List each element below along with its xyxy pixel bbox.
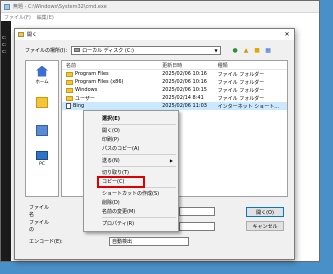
folder-icon: [66, 87, 73, 93]
menu-file[interactable]: ファイル(F): [4, 14, 31, 21]
menu-item-select[interactable]: 選択(E): [84, 114, 178, 123]
file-date: 2025/02/06 10:16: [162, 71, 207, 77]
background-titlebar: 無題 - C:\Windows\System32\cmd.exe: [1, 1, 319, 13]
menu-separator: [102, 217, 176, 218]
folder-icon: [66, 79, 73, 85]
menu-item-delete[interactable]: 削除(D): [84, 198, 178, 207]
console-strip: c: c: c:: [1, 21, 11, 261]
drive-icon: [74, 48, 81, 52]
dialog-title: 開く: [27, 32, 38, 38]
file-row[interactable]: ユーザー 2025/02/14 8:41 ファイル フォルダー: [62, 94, 287, 102]
menu-item-rename[interactable]: 名前の変更(M): [84, 207, 178, 216]
filename-input[interactable]: [179, 206, 215, 216]
console-line: c:: [2, 49, 7, 55]
place-label: ホーム: [35, 79, 49, 85]
new-folder-icon[interactable]: ■: [253, 46, 261, 54]
file-date: 2025/02/06 11:03: [162, 103, 207, 109]
file-date: 2025/02/14 8:41: [162, 95, 204, 101]
menu-separator: [102, 124, 176, 125]
menu-item-properties[interactable]: プロパティ(R): [84, 219, 178, 228]
desktop-icon: [36, 96, 48, 108]
filetype-label: ファイルの: [29, 220, 50, 233]
file-type: ファイル フォルダー: [217, 95, 265, 102]
background-window-title: 無題 - C:\Windows\System32\cmd.exe: [13, 4, 107, 10]
column-header-name[interactable]: 名前: [62, 62, 162, 69]
library-icon: [36, 124, 48, 136]
chevron-down-icon: ▼: [214, 47, 218, 53]
home-icon: [36, 65, 48, 77]
file-row[interactable]: Program Files 2025/02/06 10:16 ファイル フォルダ…: [62, 70, 287, 78]
place-library[interactable]: [26, 117, 58, 145]
background-menubar: ファイル(F) 編集(E): [1, 13, 319, 21]
encoding-select[interactable]: 自動検出: [109, 236, 189, 246]
folder-icon: [66, 71, 73, 77]
menu-item-label: 送る(N): [102, 158, 120, 164]
encoding-value: 自動検出: [112, 238, 133, 245]
file-list-header: 名前 更新日時 種類: [62, 61, 287, 70]
console-line: c:: [2, 42, 7, 48]
menu-edit[interactable]: 編集(E): [37, 14, 54, 21]
file-type: ファイル フォルダー: [217, 71, 265, 78]
file-row-selected[interactable]: Bing 2025/02/06 11:03 インターネット ショート...: [62, 102, 287, 110]
annotation-highlight-box: [97, 176, 145, 188]
lookin-row: ファイルの場所(I): ローカル ディスク (C:) ▼ ● ▲ ■ ▦: [25, 45, 286, 55]
console-line: c:: [2, 35, 7, 41]
encoding-row: エンコード(E): 自動検出: [29, 236, 189, 246]
menu-item-send-to[interactable]: 送る(N) ▶: [84, 156, 178, 165]
dialog-titlebar: 開く ✕: [15, 29, 294, 40]
file-type: インターネット ショート...: [217, 103, 279, 110]
lookin-combobox[interactable]: ローカル ディスク (C:) ▼: [71, 45, 222, 55]
column-header-type[interactable]: 種類: [218, 62, 287, 69]
file-date: 2025/02/06 10:15: [162, 87, 207, 93]
pc-icon: [36, 151, 48, 160]
file-row[interactable]: Program Files (x86) 2025/02/06 10:16 ファイ…: [62, 78, 287, 86]
menu-item-open[interactable]: 開く(O): [84, 126, 178, 135]
filename-label: ファイル名: [29, 205, 50, 218]
place-home[interactable]: ホーム: [26, 61, 58, 89]
dialog-toolbar: ● ▲ ■ ▦: [231, 46, 272, 54]
menu-item-print[interactable]: 印刷(P): [84, 135, 178, 144]
file-type: ファイル フォルダー: [217, 87, 265, 94]
file-name: Program Files (x86): [75, 79, 124, 85]
open-button[interactable]: 開く(O): [246, 207, 284, 217]
place-pc[interactable]: PC: [26, 145, 58, 173]
filetype-select[interactable]: [179, 221, 215, 231]
lookin-label: ファイルの場所(I):: [25, 47, 68, 54]
open-dialog-icon: [18, 32, 24, 37]
file-row[interactable]: Windows 2025/02/06 10:15 ファイル フォルダー: [62, 86, 287, 94]
places-bar: ホーム PC: [25, 60, 59, 197]
menu-item-create-shortcut[interactable]: ショートカットの作成(S): [84, 189, 178, 198]
column-header-date[interactable]: 更新日時: [162, 62, 218, 69]
view-menu-icon[interactable]: ▦: [264, 46, 272, 54]
cancel-button[interactable]: キャンセル: [246, 221, 284, 231]
encoding-label: エンコード(E):: [29, 238, 63, 245]
place-desktop[interactable]: [26, 89, 58, 117]
file-name: Bing: [73, 103, 85, 109]
file-name: Windows: [75, 87, 98, 93]
chevron-right-icon: ▶: [169, 158, 173, 163]
context-menu: 選択(E) 開く(O) 印刷(P) パスのコピー(A) 送る(N) ▶ 切り取り…: [83, 110, 179, 232]
menu-separator: [102, 154, 176, 155]
up-folder-icon[interactable]: ▲: [242, 46, 250, 54]
back-icon[interactable]: ●: [231, 46, 239, 54]
folder-icon: [66, 95, 73, 101]
file-type: ファイル フォルダー: [217, 79, 265, 86]
lookin-value: ローカル ディスク (C:): [82, 47, 134, 54]
menu-item-copy-path[interactable]: パスのコピー(A): [84, 144, 178, 153]
menu-separator: [102, 166, 176, 167]
file-date: 2025/02/06 10:16: [162, 79, 207, 85]
file-name: ユーザー: [75, 95, 95, 102]
shortcut-icon: [66, 103, 71, 109]
close-icon[interactable]: ✕: [280, 31, 294, 38]
notepad-app-icon: [4, 3, 10, 10]
file-name: Program Files: [75, 71, 109, 77]
place-label: PC: [39, 162, 45, 167]
